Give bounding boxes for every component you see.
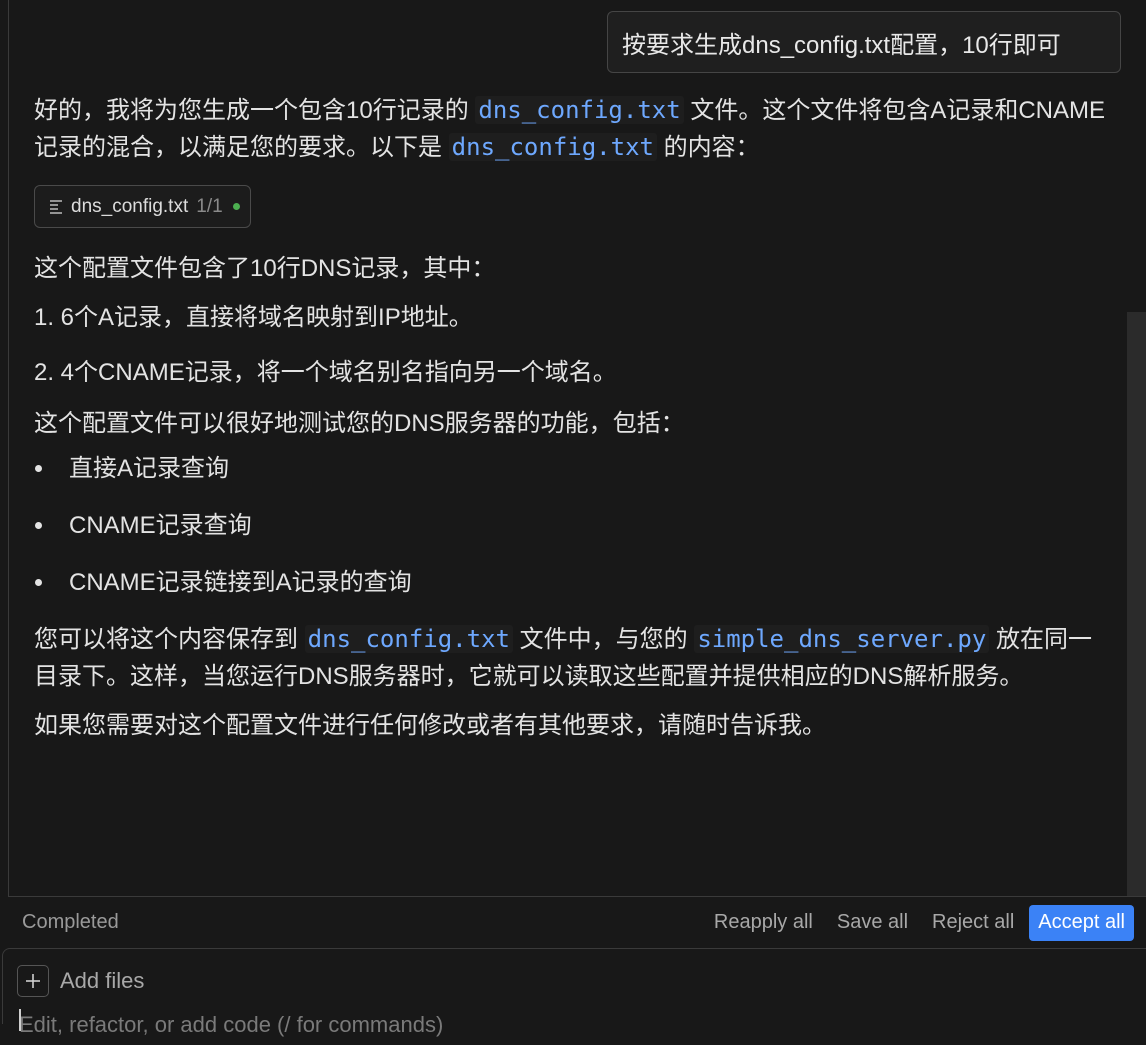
status-dot-icon bbox=[232, 203, 240, 210]
user-message-bubble: 按要求生成dns_config.txt配置，10行即可 bbox=[607, 11, 1121, 73]
user-message-text: 按要求生成dns_config.txt配置，10行即可 bbox=[622, 31, 1061, 59]
save-text-1: 您可以将这个内容保存到 bbox=[34, 626, 298, 653]
save-instructions: 您可以将这个内容保存到 dns_config.txt 文件中，与您的 simpl… bbox=[34, 621, 1109, 695]
inline-code-filename: dns_config.txt bbox=[475, 96, 684, 124]
closing-text: 如果您需要对这个配置文件进行任何修改或者有其他要求，请随时告诉我。 bbox=[34, 712, 826, 739]
list-item: CNAME记录查询 bbox=[35, 507, 1109, 544]
assistant-message: 好的，我将为您生成一个包含10行记录的 dns_config.txt 文件。这个… bbox=[34, 92, 1109, 744]
intro-text-3: 的内容： bbox=[663, 134, 760, 161]
reapply-all-button[interactable]: Reapply all bbox=[705, 906, 822, 939]
file-chip[interactable]: dns_config.txt 1/1 bbox=[34, 185, 251, 228]
status-text: Completed bbox=[22, 911, 119, 933]
list-item: 1. 6个A记录，直接将域名映射到IP地址。 bbox=[34, 304, 473, 331]
assistant-intro: 好的，我将为您生成一个包含10行记录的 dns_config.txt 文件。这个… bbox=[34, 92, 1109, 166]
composer: Add files bbox=[2, 948, 1146, 1045]
test-intro-text: 这个配置文件可以很好地测试您的DNS服务器的功能，包括： bbox=[34, 410, 685, 437]
action-buttons: Reapply all Save all Reject all Accept a… bbox=[705, 904, 1134, 941]
file-chip-count: 1/1 bbox=[196, 196, 223, 217]
scrollbar[interactable] bbox=[1127, 312, 1146, 896]
prompt-input[interactable] bbox=[19, 1005, 1119, 1045]
list-item: CNAME记录链接到A记录的查询 bbox=[35, 564, 1109, 601]
inline-code-filename: dns_config.txt bbox=[448, 133, 657, 161]
accept-all-button[interactable]: Accept all bbox=[1029, 904, 1134, 941]
list-item: 2. 4个CNAME记录，将一个域名别名指向另一个域名。 bbox=[34, 359, 617, 386]
save-all-button[interactable]: Save all bbox=[828, 906, 917, 939]
ordered-list: 1. 6个A记录，直接将域名映射到IP地址。 2. 4个CNAME记录，将一个域… bbox=[34, 299, 1109, 391]
reject-all-button[interactable]: Reject all bbox=[923, 906, 1023, 939]
add-files-label: Add files bbox=[60, 968, 145, 993]
add-files-button[interactable]: Add files bbox=[17, 965, 144, 997]
summary-text: 这个配置文件包含了10行DNS记录，其中： bbox=[34, 255, 496, 282]
panel-left-border bbox=[8, 0, 9, 948]
plus-icon bbox=[17, 965, 49, 997]
status-bar: Completed Reapply all Save all Reject al… bbox=[8, 896, 1146, 948]
file-chip-name: dns_config.txt bbox=[71, 196, 189, 217]
inline-code-filename: dns_config.txt bbox=[304, 625, 513, 653]
intro-text-1: 好的，我将为您生成一个包含10行记录的 bbox=[34, 97, 469, 124]
file-lines-icon bbox=[50, 199, 62, 214]
list-item: 直接A记录查询 bbox=[35, 450, 1109, 487]
bullet-list: 直接A记录查询 CNAME记录查询 CNAME记录链接到A记录的查询 bbox=[34, 450, 1109, 601]
save-text-2: 文件中，与您的 bbox=[519, 626, 688, 653]
inline-code-filename: simple_dns_server.py bbox=[694, 625, 990, 653]
text-caret bbox=[19, 1009, 21, 1031]
